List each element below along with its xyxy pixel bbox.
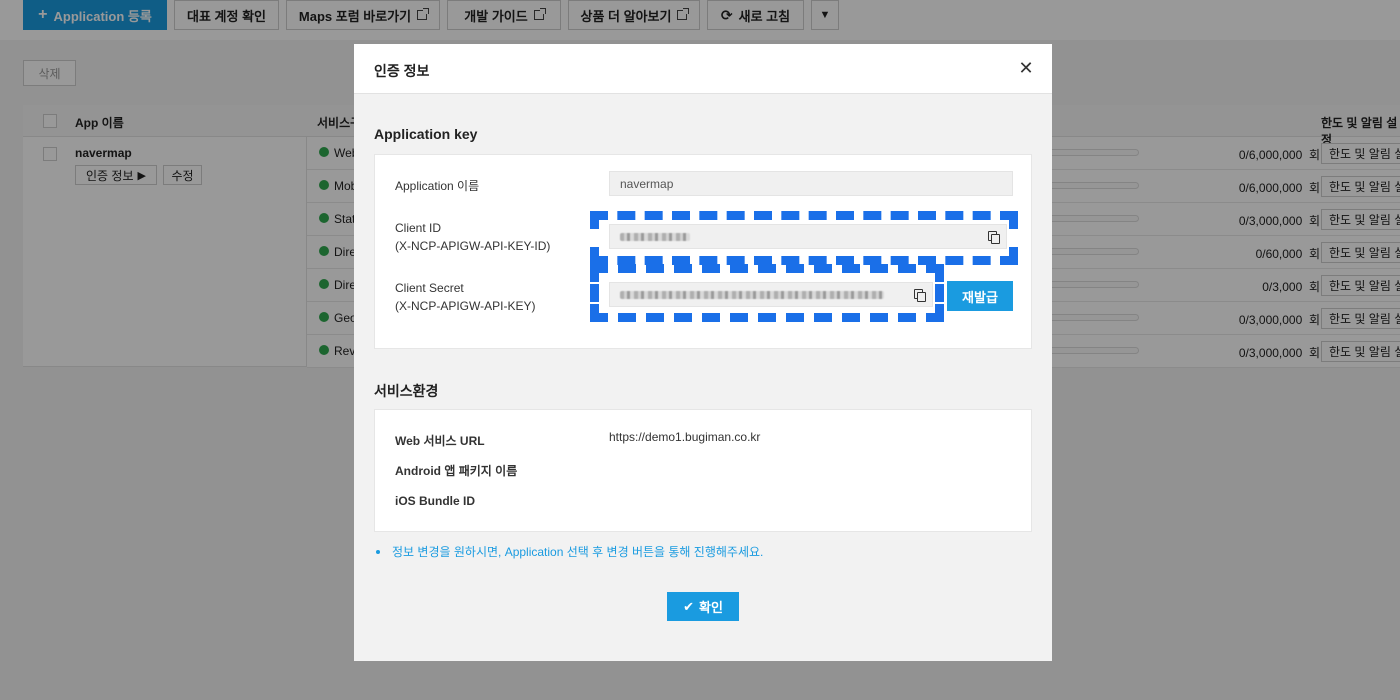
client-secret-sublabel: (X-NCP-APIGW-API-KEY) — [395, 299, 536, 313]
bullet-icon — [376, 549, 380, 554]
service-env-section-title: 서비스환경 — [374, 383, 439, 399]
ios-bundle-label: iOS Bundle ID — [395, 494, 476, 508]
modal-header: 인증 정보 ✕ — [354, 44, 1052, 94]
client-secret-highlight-box — [590, 264, 944, 322]
reissue-button[interactable]: 재발급 — [947, 281, 1013, 311]
client-id-sublabel: (X-NCP-APIGW-API-KEY-ID) — [395, 239, 551, 253]
web-url-label: Web 서비스 URL — [395, 434, 485, 448]
service-env-card: Web 서비스 URL https://demo1.bugiman.co.kr … — [374, 409, 1032, 532]
confirm-button[interactable]: ✔ 확인 — [667, 592, 739, 621]
android-package-label: Android 앱 패키지 이름 — [395, 464, 518, 478]
app-key-section-title: Application key — [374, 126, 478, 142]
check-icon: ✔ — [683, 598, 694, 614]
app-name-label: Application 이름 — [395, 179, 480, 193]
modal-title: 인증 정보 — [374, 63, 430, 79]
close-icon[interactable]: ✕ — [1016, 58, 1036, 78]
client-id-highlight-box — [590, 211, 1018, 265]
info-note: 정보 변경을 원하시면, Application 선택 후 변경 버튼을 통해 … — [376, 543, 763, 560]
app-name-field: navermap — [609, 171, 1013, 196]
auth-info-modal: 인증 정보 ✕ Application key Application 이름 n… — [354, 44, 1052, 661]
web-url-value: https://demo1.bugiman.co.kr — [609, 430, 761, 444]
client-id-label: Client ID — [395, 221, 442, 235]
client-secret-label: Client Secret — [395, 281, 464, 295]
